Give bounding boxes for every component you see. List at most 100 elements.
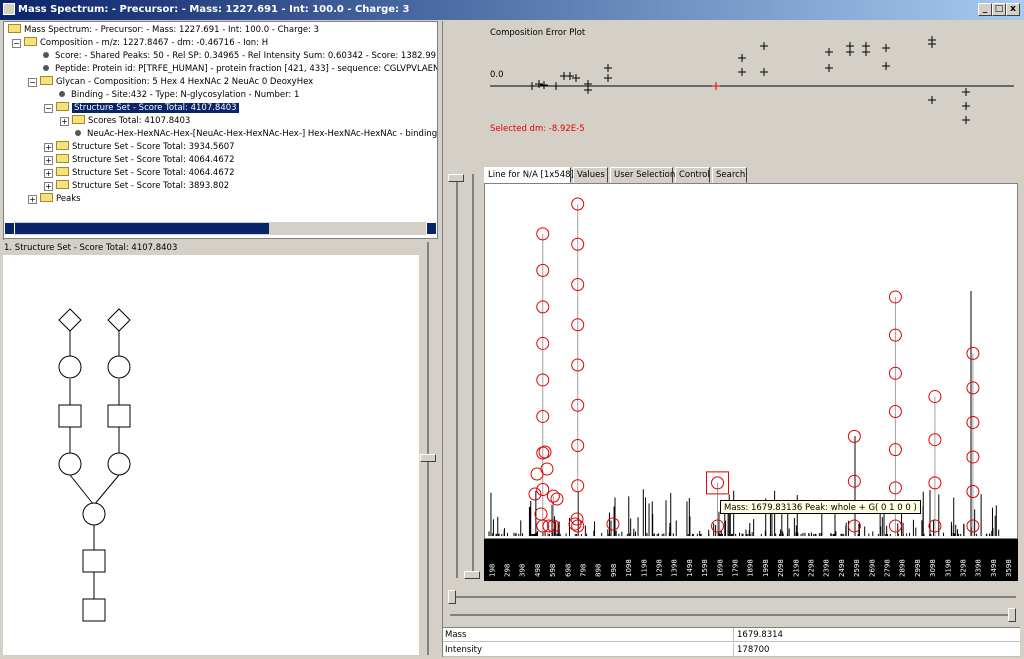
x-tick-label: 3298 xyxy=(959,559,967,577)
x-tick-label: 3498 xyxy=(990,559,998,577)
slider-thumb[interactable] xyxy=(448,174,464,182)
neuac-diamond xyxy=(107,308,131,332)
x-tick-label: 798 xyxy=(579,564,587,577)
glycan-bond xyxy=(93,474,120,506)
expand-icon[interactable]: + xyxy=(60,117,69,126)
splitter[interactable] xyxy=(4,238,438,241)
x-tick-label: 2598 xyxy=(853,559,861,577)
x-tick-label: 3198 xyxy=(944,559,952,577)
tree-item-mass-spectrum[interactable]: Mass Spectrum: - Precursor: - Mass: 1227… xyxy=(8,24,319,37)
x-tick-label: 1498 xyxy=(686,559,694,577)
composition-error-plot: Composition Error Plot 0.0 Selected dm: … xyxy=(444,22,1020,162)
range-slider-end[interactable] xyxy=(446,606,1020,626)
expand-icon[interactable]: + xyxy=(44,143,53,152)
range-slider-start[interactable] xyxy=(446,588,1020,606)
x-tick-label: 1998 xyxy=(762,559,770,577)
table-row[interactable]: Mass 1679.8314 xyxy=(443,628,1020,642)
tree-item-composition[interactable]: Composition - m/z: 1227.8467 - dm: -0.46… xyxy=(24,37,268,50)
x-tick-label: 2398 xyxy=(823,559,831,577)
hex-circle xyxy=(107,355,131,379)
collapse-icon[interactable]: − xyxy=(44,104,53,113)
scrollbar-thumb[interactable] xyxy=(15,223,269,234)
maximize-button[interactable]: □ xyxy=(992,3,1006,16)
x-tick-label: 598 xyxy=(549,564,557,577)
expand-icon[interactable]: + xyxy=(44,156,53,165)
minimize-button[interactable]: _ xyxy=(978,3,992,16)
scroll-right-button[interactable] xyxy=(426,222,437,235)
structure-zoom-slider[interactable] xyxy=(420,242,436,655)
tree-item-structure-set-selected[interactable]: Structure Set - Score Total: 4107.8403 xyxy=(56,102,239,115)
tree-item-structure-set[interactable]: Structure Set - Score Total: 3934.5607 xyxy=(56,141,235,154)
x-tick-label: 498 xyxy=(534,564,542,577)
spectrum-canvas[interactable] xyxy=(485,184,1017,538)
slider-thumb[interactable] xyxy=(1008,608,1016,622)
x-tick-label: 2498 xyxy=(838,559,846,577)
x-tick-label: 3398 xyxy=(975,559,983,577)
folder-icon xyxy=(56,154,69,163)
x-tick-label: 998 xyxy=(610,564,618,577)
tree-item-structure-set[interactable]: Structure Set - Score Total: 3893.802 xyxy=(56,180,229,193)
folder-icon xyxy=(24,37,37,46)
x-tick-label: 2998 xyxy=(914,559,922,577)
folder-icon xyxy=(40,76,53,85)
title-bar: Mass Spectrum: - Precursor: - Mass: 1227… xyxy=(0,0,1024,20)
scroll-left-button[interactable] xyxy=(4,222,15,235)
tree-item-glycan[interactable]: Glycan - Composition: 5 Hex 4 HexNAc 2 N… xyxy=(40,76,313,89)
x-tick-label: 2698 xyxy=(868,559,876,577)
tree-item-peaks[interactable]: Peaks xyxy=(40,193,81,206)
folder-icon xyxy=(56,180,69,189)
tree-item-structure-set[interactable]: Structure Set - Score Total: 4064.4672 xyxy=(56,154,235,167)
expand-icon[interactable]: + xyxy=(44,182,53,191)
x-tick-label: 298 xyxy=(503,564,511,577)
peak-tooltip: Mass: 1679.83136 Peak: whole + G( 0 1 0 … xyxy=(720,500,921,514)
x-tick-label: 698 xyxy=(564,564,572,577)
tab-line[interactable]: Line for N/A [1x548] xyxy=(484,167,574,183)
tree-item-binding[interactable]: Binding - Site:432 - Type: N-glycosylati… xyxy=(56,89,299,102)
tree-item-scores-total[interactable]: Scores Total: 4107.8403 xyxy=(72,115,190,128)
hex-circle xyxy=(58,355,82,379)
x-tick-label: 1298 xyxy=(655,559,663,577)
structure-set-label: 1. Structure Set - Score Total: 4107.840… xyxy=(4,243,178,253)
x-tick-label: 3098 xyxy=(929,559,937,577)
slider-thumb[interactable] xyxy=(420,454,436,462)
x-tick-label: 1198 xyxy=(640,559,648,577)
result-tree[interactable]: Mass Spectrum: - Precursor: - Mass: 1227… xyxy=(3,21,438,240)
collapse-icon[interactable]: − xyxy=(12,39,21,48)
leaf-icon xyxy=(43,52,49,58)
mass-spectrum-chart[interactable] xyxy=(484,183,1018,539)
tree-item-score[interactable]: Score: - Shared Peaks: 50 - Rel SP: 0.34… xyxy=(40,50,437,63)
hexnac-square xyxy=(107,404,131,428)
glycan-structure-diagram xyxy=(58,308,131,622)
error-plot-canvas[interactable] xyxy=(444,22,1020,162)
hexnac-square xyxy=(58,404,82,428)
collapse-icon[interactable]: − xyxy=(28,78,37,87)
window-title: Mass Spectrum: - Precursor: - Mass: 1227… xyxy=(18,4,410,15)
slider-thumb[interactable] xyxy=(464,571,480,579)
folder-icon xyxy=(56,141,69,150)
expand-icon[interactable]: + xyxy=(44,169,53,178)
expand-icon[interactable]: + xyxy=(28,195,37,204)
x-tick-label: 1098 xyxy=(625,559,633,577)
tree-item-structure-set[interactable]: Structure Set - Score Total: 4064.4672 xyxy=(56,167,235,180)
intensity-slider[interactable] xyxy=(446,170,482,584)
x-tick-label: 398 xyxy=(519,564,527,577)
tree-item-glycan-structure[interactable]: NeuAc-Hex-HexNAc-Hex-[NeuAc-Hex-HexNAc-H… xyxy=(72,128,437,141)
tab-control[interactable]: Control xyxy=(675,167,710,183)
hexnac-square xyxy=(82,549,106,573)
tree-item-peptide[interactable]: Peptide: Protein id: P[TRFE_HUMAN] - pro… xyxy=(40,63,437,76)
leaf-icon xyxy=(43,65,49,71)
info-key: Intensity xyxy=(445,645,482,655)
x-tick-label: 3598 xyxy=(1005,559,1013,577)
tab-values[interactable]: Values xyxy=(573,167,608,183)
tab-search[interactable]: Search xyxy=(712,167,747,183)
slider-thumb[interactable] xyxy=(448,590,456,604)
info-value: 1679.8314 xyxy=(733,628,783,642)
tree-horizontal-scrollbar[interactable] xyxy=(4,222,437,235)
tab-user-selection[interactable]: User Selection xyxy=(610,167,675,183)
table-row[interactable]: Intensity 178700 xyxy=(443,643,1020,657)
folder-icon xyxy=(56,102,69,111)
close-button[interactable]: x xyxy=(1006,3,1020,16)
hex-circle xyxy=(107,452,131,476)
folder-icon xyxy=(8,24,21,33)
matched-peak-marker xyxy=(570,512,584,526)
